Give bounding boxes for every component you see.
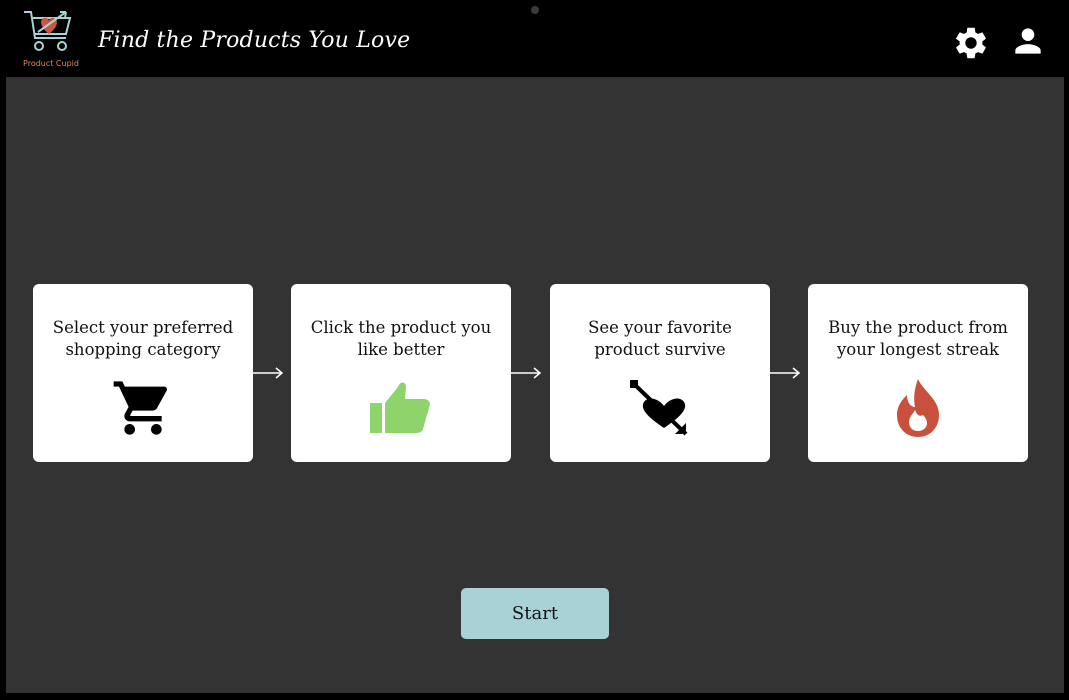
thumbs-up-icon (291, 376, 511, 440)
camera-dot (531, 6, 539, 14)
start-button[interactable]: Start (461, 588, 609, 639)
main-panel: Select your preferred shopping category … (6, 77, 1064, 693)
step-caption: Select your preferred shopping category (52, 318, 234, 359)
product-cupid-logo[interactable]: Product Cupid (18, 8, 84, 72)
arrow-right-icon (769, 367, 801, 379)
step-card-longest-streak: Buy the product from your longest streak (808, 284, 1028, 462)
shopping-cart-icon (33, 376, 253, 440)
app-page: Product Cupid Find the Products You Love… (0, 0, 1069, 700)
arrow-right-icon (252, 367, 284, 379)
step-caption: Click the product you like better (310, 318, 492, 359)
arrow-right-icon (510, 367, 542, 379)
gear-icon (955, 27, 986, 59)
profile-button[interactable] (1009, 22, 1047, 60)
step-card-click-product: Click the product you like better (291, 284, 511, 462)
step-card-select-category: Select your preferred shopping category (33, 284, 253, 462)
fire-icon (808, 376, 1028, 440)
step-card-favorite-survive: See your favorite product survive (550, 284, 770, 462)
user-icon (1015, 28, 1041, 54)
tagline: Find the Products You Love (98, 28, 411, 53)
step-caption: Buy the product from your longest streak (828, 318, 1008, 359)
top-bar: Product Cupid Find the Products You Love (0, 0, 1069, 76)
logo-text: Product Cupid (23, 59, 79, 68)
step-caption: See your favorite product survive (588, 318, 732, 359)
logo-cart-heart-icon (24, 11, 72, 51)
settings-button[interactable] (952, 24, 990, 62)
heart-arrow-icon (550, 376, 770, 440)
